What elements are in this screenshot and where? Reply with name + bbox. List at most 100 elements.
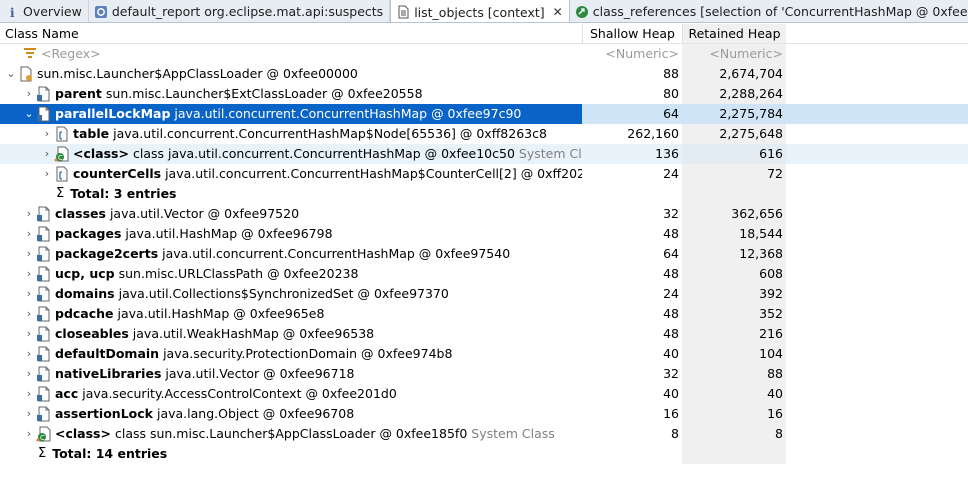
- collapse-arrow-icon[interactable]: ›: [22, 224, 36, 244]
- field-name: nativeLibraries: [55, 366, 162, 381]
- collapse-arrow-icon[interactable]: ›: [22, 384, 36, 404]
- tab-overview[interactable]: i Overview: [0, 0, 89, 22]
- table-row[interactable]: › pdcache java.util.HashMap @ 0xfee965e8 48…: [0, 304, 968, 324]
- table-row[interactable]: › package2certs java.util.concurrent.Concu…: [0, 244, 968, 264]
- regex-filter-input[interactable]: <Regex>: [41, 44, 101, 64]
- table-row[interactable]: › packages java.util.HashMap @ 0xfee96798 4…: [0, 224, 968, 244]
- collapse-arrow-icon[interactable]: ›: [22, 244, 36, 264]
- sigma-icon: Σ: [38, 446, 47, 461]
- tab-class-references[interactable]: class_references [selection of 'Concurre…: [570, 0, 968, 22]
- table-row[interactable]: › nativeLibraries java.util.Vector @ 0xfee…: [0, 364, 968, 384]
- collapse-arrow-icon[interactable]: ›: [40, 124, 54, 144]
- table-row[interactable]: › parent sun.misc.Launcher$ExtClassLoader …: [0, 84, 968, 104]
- object-icon: [36, 106, 52, 122]
- retained-heap-cell: 616: [682, 144, 786, 164]
- retained-filter-input[interactable]: <Numeric>: [682, 44, 786, 64]
- retained-heap-cell: [682, 184, 786, 204]
- collapse-arrow-icon[interactable]: ›: [22, 424, 36, 444]
- object-label: java.util.HashMap @ 0xfee965e8: [117, 306, 325, 321]
- field-name: pdcache: [55, 306, 114, 321]
- shallow-filter-input[interactable]: <Numeric>: [582, 44, 682, 64]
- object-icon: [36, 206, 52, 222]
- collapse-arrow-icon[interactable]: ›: [22, 204, 36, 224]
- table-row[interactable]: › domains java.util.Collections$Synchroniz…: [0, 284, 968, 304]
- object-tree-table: Class Name Shallow Heap Retained Heap <R…: [0, 24, 968, 464]
- object-label: java.util.concurrent.ConcurrentHashMap @…: [174, 106, 522, 121]
- info-icon: i: [5, 5, 19, 19]
- table-row[interactable]: › table java.util.concurrent.ConcurrentHas…: [0, 124, 968, 144]
- table-row[interactable]: › closeables java.util.WeakHashMap @ 0xfee…: [0, 324, 968, 344]
- field-name: parent: [55, 86, 102, 101]
- collapse-arrow-icon[interactable]: ›: [22, 324, 36, 344]
- total-entries-label: Total: 3 entries: [70, 186, 177, 201]
- collapse-arrow-icon[interactable]: ›: [40, 164, 54, 184]
- expand-arrow-icon[interactable]: ⌄: [4, 64, 18, 84]
- total-row[interactable]: Σ Total: 3 entries: [0, 184, 968, 204]
- table-row[interactable]: › defaultDomain java.security.ProtectionDo…: [0, 344, 968, 364]
- svg-text:C: C: [58, 154, 63, 162]
- expand-arrow-icon[interactable]: ⌄: [22, 104, 36, 124]
- system-class-tag: System Class: [518, 146, 582, 161]
- object-label: java.security.ProtectionDomain @ 0xfee97…: [163, 346, 453, 361]
- shallow-heap-cell: 16: [663, 406, 679, 421]
- retained-heap-cell: 608: [682, 264, 786, 284]
- shallow-heap-cell: 64: [663, 246, 679, 261]
- system-class-tag: System Class: [471, 426, 555, 441]
- object-label: java.util.Vector @ 0xfee97520: [109, 206, 300, 221]
- collapse-arrow-icon[interactable]: ›: [22, 84, 36, 104]
- table-row[interactable]: › C <class> class sun.misc.Launcher$AppClas…: [0, 424, 968, 444]
- tab-label: default_report org.eclipse.mat.api:suspe…: [111, 4, 384, 19]
- collapse-arrow-icon[interactable]: ›: [40, 144, 54, 164]
- collapse-arrow-icon[interactable]: ›: [22, 404, 36, 424]
- collapse-arrow-icon[interactable]: ›: [22, 364, 36, 384]
- table-row[interactable]: › classes java.util.Vector @ 0xfee97520 32 3…: [0, 204, 968, 224]
- field-name: acc: [55, 386, 79, 401]
- table-row[interactable]: › assertionLock java.lang.Object @ 0xfee96…: [0, 404, 968, 424]
- object-label: sun.misc.Launcher$ExtClassLoader @ 0xfee…: [105, 86, 423, 101]
- tab-label: class_references [selection of 'Concurre…: [592, 4, 968, 19]
- object-label: java.util.WeakHashMap @ 0xfee96538: [132, 326, 375, 341]
- report-icon: [94, 5, 108, 19]
- column-header-class-name[interactable]: Class Name: [0, 24, 582, 43]
- shallow-heap-cell: 48: [663, 226, 679, 241]
- collapse-arrow-icon[interactable]: ›: [22, 344, 36, 364]
- object-icon: [36, 346, 52, 362]
- editor-tab-bar: i Overview default_report org.eclipse.ma…: [0, 0, 968, 23]
- shallow-heap-cell: 262,160: [627, 126, 679, 141]
- retained-heap-cell: 18,544: [682, 224, 786, 244]
- array-icon: [54, 126, 70, 142]
- table-row[interactable]: › counterCells java.util.concurrent.Concur…: [0, 164, 968, 184]
- collapse-arrow-icon[interactable]: ›: [22, 264, 36, 284]
- field-name: domains: [55, 286, 115, 301]
- table-row[interactable]: › ucp, ucp sun.misc.URLClassPath @ 0xfee20…: [0, 264, 968, 284]
- field-name: classes: [55, 206, 106, 221]
- array-icon: [54, 166, 70, 182]
- table-row[interactable]: ⌄ parallelLockMap java.util.concurrent.Con…: [0, 104, 968, 124]
- shallow-heap-cell: 24: [663, 286, 679, 301]
- field-name: counterCells: [73, 166, 162, 181]
- table-row[interactable]: › acc java.security.AccessControlContext @…: [0, 384, 968, 404]
- tree-rows: ⌄ sun.misc.Launcher$AppClassLoader @ 0xfe…: [0, 64, 968, 464]
- retained-heap-cell: 104: [682, 344, 786, 364]
- collapse-arrow-icon[interactable]: ›: [22, 304, 36, 324]
- retained-heap-cell: 40: [682, 384, 786, 404]
- svg-text:C: C: [40, 434, 45, 442]
- field-name: packages: [55, 226, 122, 241]
- retained-heap-cell: 2,275,648: [682, 124, 786, 144]
- tab-list-objects[interactable]: list_objects [context] ✕: [390, 0, 570, 22]
- column-header-retained-heap[interactable]: Retained Heap: [682, 24, 786, 43]
- tab-default-report[interactable]: default_report org.eclipse.mat.api:suspe…: [89, 0, 391, 22]
- object-icon: [36, 86, 52, 102]
- object-label: class java.util.concurrent.ConcurrentHas…: [132, 146, 515, 161]
- shallow-heap-cell: 48: [663, 266, 679, 281]
- field-name: closeables: [55, 326, 129, 341]
- field-name: <class>: [73, 146, 129, 161]
- column-header-shallow-heap[interactable]: Shallow Heap: [582, 24, 682, 43]
- total-row[interactable]: Σ Total: 14 entries: [0, 444, 968, 464]
- field-name: parallelLockMap: [55, 106, 171, 121]
- table-row[interactable]: › C <class> class java.util.concurrent.Conc…: [0, 144, 968, 164]
- close-icon[interactable]: ✕: [553, 5, 563, 19]
- collapse-arrow-icon[interactable]: ›: [22, 284, 36, 304]
- shallow-heap-cell: 32: [663, 366, 679, 381]
- table-row[interactable]: ⌄ sun.misc.Launcher$AppClassLoader @ 0xfe…: [0, 64, 968, 84]
